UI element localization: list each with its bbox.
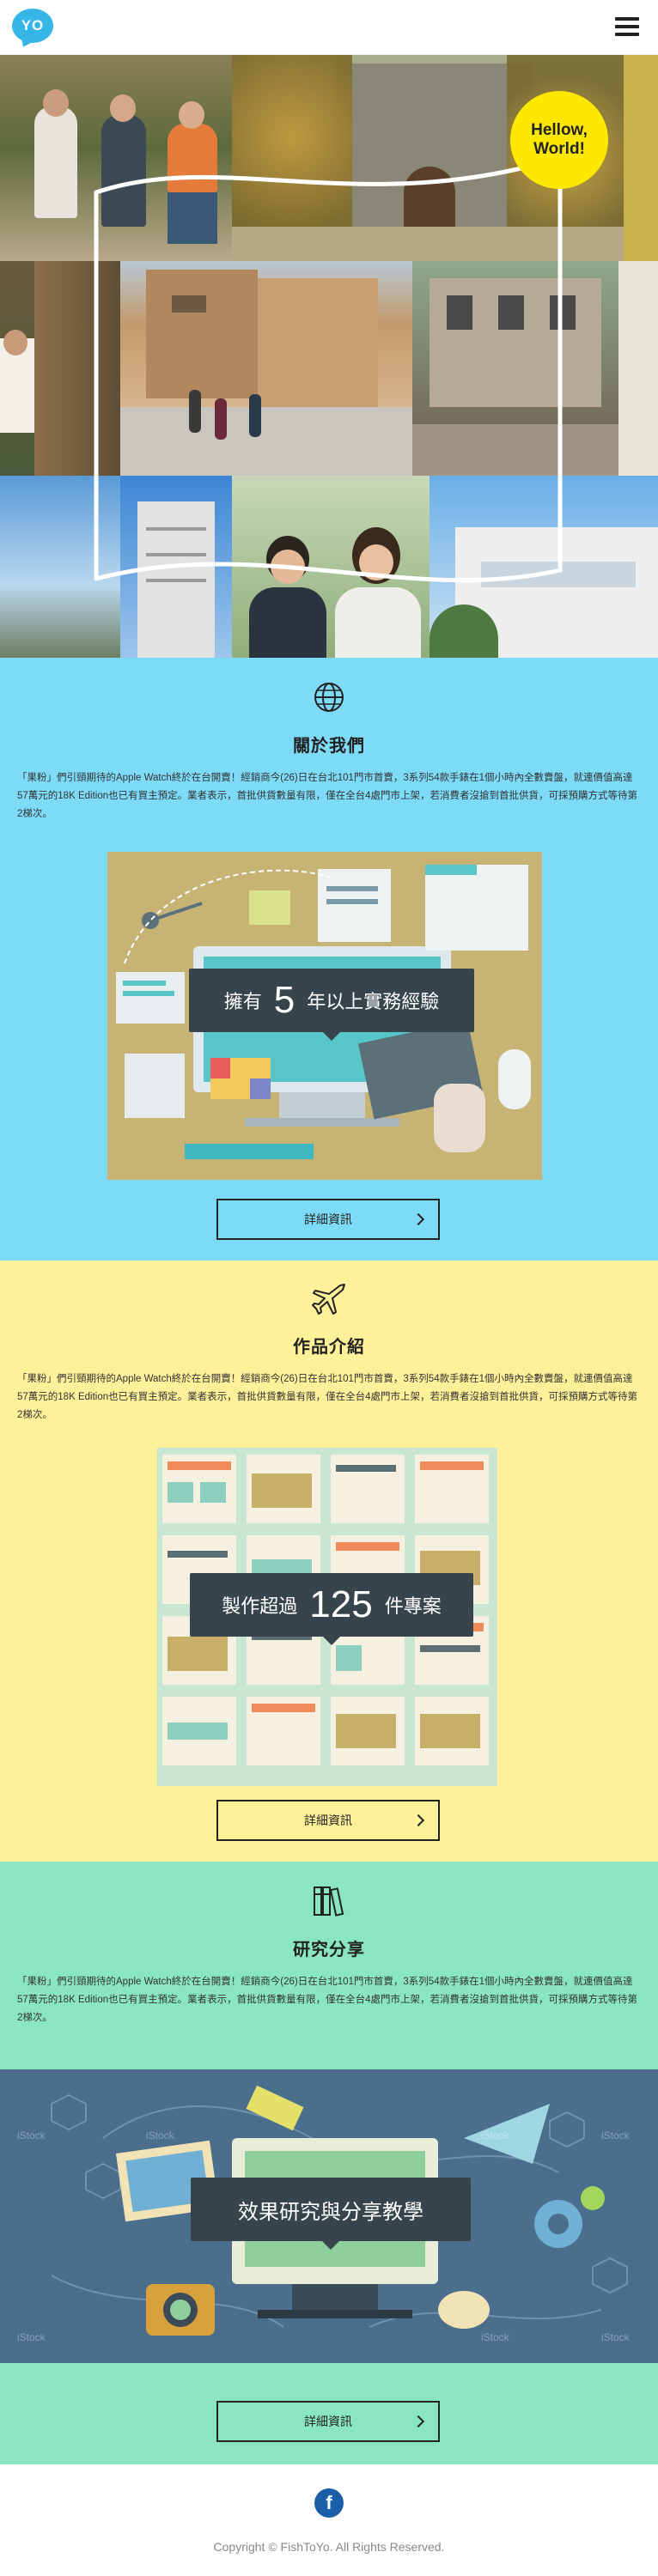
works-overlay-label: 製作超過 125 件專案: [190, 1573, 473, 1645]
research-detail-button[interactable]: 詳細資訊: [216, 2401, 440, 2442]
watermark-5: iStock: [17, 2331, 46, 2343]
copyright-text: Copyright © FishToYo. All Rights Reserve…: [213, 2540, 445, 2554]
watermark-1: iStock: [17, 2129, 46, 2142]
about-section: 關於我們 「果粉」們引頸期待的Apple Watch終於在台開賣！經銷商今(26…: [0, 658, 658, 1261]
about-title: 關於我們: [293, 737, 365, 756]
hero-photo-collage: Hellow, World!: [0, 55, 658, 658]
works-section: 作品介紹 「果粉」們引頸期待的Apple Watch終於在台開賣！經銷商今(26…: [0, 1261, 658, 1862]
research-illustration: iStock iStock iStock iStock iStock iStoc…: [0, 2069, 658, 2363]
detail-button-label: 詳細資訊: [304, 2415, 352, 2428]
airplane-icon: [312, 1284, 345, 1315]
watermark-7: iStock: [601, 2331, 630, 2343]
globe-icon: [314, 683, 344, 712]
about-text: 「果粉」們引頸期待的Apple Watch終於在台開賣！經銷商今(26)日在台北…: [17, 773, 637, 819]
research-overlay-label: 效果研究與分享教學: [191, 2178, 471, 2250]
watermark-3: iStock: [481, 2129, 509, 2142]
logo[interactable]: YO: [12, 9, 53, 43]
about-overlay-label: 擁有 5 年以上實務經驗: [189, 969, 474, 1041]
site-header: YO: [0, 0, 658, 55]
overlay-number: 125: [309, 1583, 373, 1625]
about-detail-button[interactable]: 詳細資訊: [216, 1199, 440, 1240]
overlay-text: 效果研究與分享教學: [238, 2200, 423, 2224]
site-footer: f Copyright © FishToYo. All Rights Reser…: [0, 2464, 658, 2576]
logo-text: YO: [21, 17, 45, 33]
watermark-2: iStock: [146, 2129, 174, 2142]
overlay-prefix: 擁有: [223, 991, 262, 1012]
chevron-right-icon: [411, 1814, 425, 1827]
research-button-area: 詳細資訊: [0, 2363, 658, 2464]
research-section: 研究分享 「果粉」們引頸期待的Apple Watch終於在台開賣！經銷商今(26…: [0, 1862, 658, 2069]
research-text: 「果粉」們引頸期待的Apple Watch終於在台開賣！經銷商今(26)日在台北…: [17, 1977, 637, 2023]
chevron-right-icon: [411, 2415, 425, 2428]
overlay-suffix: 件專案: [384, 1595, 442, 1617]
hello-world-bubble: Hellow, World!: [510, 91, 608, 189]
facebook-icon[interactable]: f: [314, 2488, 344, 2518]
overlay-number: 5: [273, 979, 295, 1021]
watermark-4: iStock: [601, 2129, 630, 2142]
overlay-suffix: 年以上實務經驗: [307, 991, 440, 1012]
watermark-6: iStock: [481, 2331, 509, 2343]
detail-button-label: 詳細資訊: [304, 1814, 352, 1827]
detail-button-label: 詳細資訊: [304, 1212, 352, 1226]
facebook-letter: f: [326, 2492, 332, 2513]
books-icon: [314, 1886, 344, 1917]
works-text: 「果粉」們引頸期待的Apple Watch終於在台開賣！經銷商今(26)日在台北…: [17, 1374, 637, 1420]
works-title: 作品介紹: [293, 1338, 365, 1357]
works-detail-button[interactable]: 詳細資訊: [216, 1800, 440, 1841]
research-title: 研究分享: [293, 1941, 365, 1959]
overlay-prefix: 製作超過: [222, 1595, 298, 1617]
chevron-right-icon: [411, 1212, 425, 1226]
hamburger-icon[interactable]: [615, 17, 639, 36]
